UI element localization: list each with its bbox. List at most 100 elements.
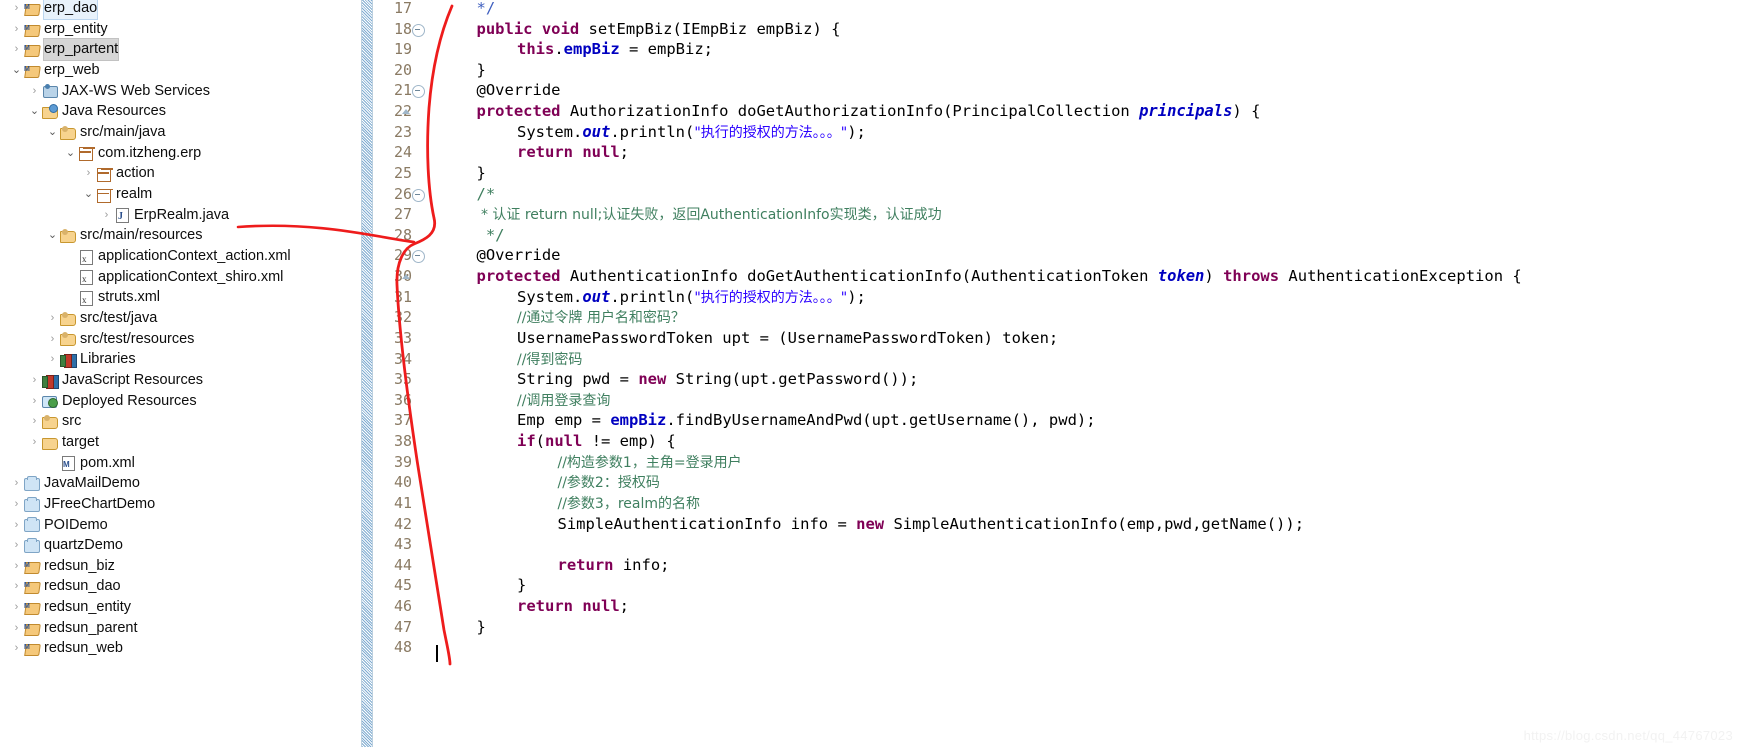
tree-item-erprealm-java[interactable]: › ErpRealm.java [0, 205, 229, 229]
tree-item-src-test-java[interactable]: › src/test/java [0, 308, 158, 329]
code-editor[interactable]: 17 18 19 20 21 22 23 24 25 26 27 28 29 30 31 32 33 34 35 36… [360, 0, 1739, 747]
chevron-down-icon[interactable]: ⌄ [64, 143, 77, 164]
fold-collapse-icon[interactable] [412, 23, 425, 37]
tree-item-applicationcontext-action-xml[interactable]: applicationContext_action.xml [0, 246, 291, 269]
chevron-right-icon[interactable]: › [46, 329, 59, 350]
tree-item-quartzdemo[interactable]: › quartzDemo [0, 535, 123, 556]
chevron-down-icon[interactable]: ⌄ [82, 184, 95, 205]
tree-item-src-test-resources[interactable]: › src/test/resources [0, 329, 195, 350]
tree-item-poidemo[interactable]: › POIDemo [0, 515, 108, 536]
code-line[interactable]: } [477, 617, 486, 638]
code-line[interactable]: */ [477, 225, 505, 246]
tree-item-erp-web[interactable]: ⌄ erp_web [0, 60, 100, 81]
fold-collapse-icon[interactable] [412, 85, 425, 99]
chevron-right-icon[interactable]: › [10, 618, 23, 639]
code-line[interactable]: /* [477, 184, 496, 205]
code-line[interactable]: } [477, 60, 486, 81]
tree-item-redsun-web[interactable]: › redsun_web [0, 638, 123, 659]
code-line[interactable]: System.out.println("执行的授权的方法。。。"); [517, 287, 866, 308]
chevron-down-icon[interactable]: ⌄ [46, 225, 59, 246]
chevron-right-icon[interactable]: › [82, 163, 95, 184]
tree-item-target[interactable]: › target [0, 432, 99, 453]
code-line[interactable]: } [517, 575, 526, 596]
chevron-right-icon[interactable]: › [10, 556, 23, 577]
code-line[interactable]: protected AuthenticationInfo doGetAuthen… [477, 266, 1522, 287]
tree-item-jfreechartdemo[interactable]: › JFreeChartDemo [0, 494, 156, 515]
code-line[interactable]: this.empBiz = empBiz; [517, 39, 713, 60]
chevron-right-icon[interactable]: › [10, 638, 23, 659]
code-line[interactable]: //调用登录查询 [517, 390, 610, 411]
tree-item-jax-ws-web-services[interactable]: › JAX-WS Web Services [0, 81, 210, 102]
tree-item-src-main-resources[interactable]: ⌄ src/main/resources [0, 225, 203, 246]
code-line[interactable]: return info; [558, 555, 670, 576]
code-line[interactable]: return null; [517, 142, 629, 163]
code-line[interactable]: //参数2：授权码 [558, 472, 660, 493]
code-line[interactable]: * 认证 return null;认证失败，返回AuthenticationIn… [477, 204, 942, 225]
code-line[interactable]: protected AuthorizationInfo doGetAuthori… [477, 101, 1261, 122]
fold-arrow-icon[interactable] [402, 107, 411, 116]
chevron-right-icon[interactable]: › [10, 19, 23, 40]
tree-item-realm[interactable]: ⌄ realm [0, 184, 152, 205]
code-line[interactable]: if(null != emp) { [517, 431, 676, 452]
package-explorer-tree[interactable]: ›erp_dao›erp_entity›erp_partent⌄erp_web›… [0, 0, 360, 747]
code-line[interactable]: @Override [477, 245, 561, 266]
chevron-right-icon[interactable]: › [10, 535, 23, 556]
code-line[interactable]: System.out.println("执行的授权的方法。。。"); [517, 122, 866, 143]
chevron-right-icon[interactable]: › [10, 576, 23, 597]
tree-item-javamaildemo[interactable]: › JavaMailDemo [0, 473, 140, 494]
chevron-right-icon[interactable]: › [28, 432, 41, 453]
chevron-right-icon[interactable]: › [10, 597, 23, 618]
tree-item-struts-xml[interactable]: struts.xml [0, 287, 160, 311]
chevron-right-icon[interactable]: › [10, 494, 23, 515]
code-line[interactable]: SimpleAuthenticationInfo info = new Simp… [558, 514, 1305, 535]
fold-collapse-icon[interactable] [412, 250, 425, 264]
code-line[interactable]: UsernamePasswordToken upt = (UsernamePas… [517, 328, 1058, 349]
chevron-right-icon[interactable]: › [10, 473, 23, 494]
tree-item-erp-entity[interactable]: › erp_entity [0, 19, 108, 40]
code-line[interactable]: */ [477, 0, 496, 19]
tree-item-com-itzheng-erp[interactable]: ⌄ com.itzheng.erp [0, 143, 201, 164]
code-line[interactable]: //参数3，realm的名称 [558, 493, 701, 514]
chevron-right-icon[interactable]: › [10, 515, 23, 536]
tree-item-redsun-entity[interactable]: › redsun_entity [0, 597, 131, 618]
code-line[interactable]: return null; [517, 596, 629, 617]
chevron-down-icon[interactable]: ⌄ [10, 60, 23, 81]
tree-item-redsun-parent[interactable]: › redsun_parent [0, 618, 138, 639]
chevron-right-icon[interactable]: › [28, 411, 41, 432]
tree-item-redsun-biz[interactable]: › redsun_biz [0, 556, 115, 577]
tree-item-erp-partent[interactable]: › erp_partent [0, 38, 120, 62]
chevron-down-icon[interactable]: ⌄ [28, 101, 41, 122]
tree-item-redsun-dao[interactable]: › redsun_dao [0, 576, 121, 597]
tree-item-deployed-resources[interactable]: › Deployed Resources [0, 391, 197, 412]
chevron-right-icon[interactable]: › [10, 0, 23, 19]
chevron-right-icon[interactable]: › [28, 81, 41, 102]
code-line[interactable]: Emp emp = empBiz.findByUsernameAndPwd(up… [517, 410, 1096, 431]
tree-item-javascript-resources[interactable]: › JavaScript Resources [0, 370, 203, 391]
tree-item-src-main-java[interactable]: ⌄ src/main/java [0, 122, 166, 143]
code-line[interactable]: String pwd = new String(upt.getPassword(… [517, 369, 918, 390]
code-line[interactable]: //构造参数1，主角=登录用户 [558, 452, 742, 473]
chevron-right-icon[interactable]: › [46, 349, 59, 370]
editor-code-area[interactable]: */ public void setEmpBiz(IEmpBiz empBiz) … [436, 0, 1739, 747]
tree-item-erp-dao[interactable]: › erp_dao [0, 0, 99, 20]
tree-item-libraries[interactable]: › Libraries [0, 349, 136, 370]
chevron-right-icon[interactable]: › [10, 39, 23, 60]
tree-item-pom-xml[interactable]: pom.xml [0, 453, 135, 476]
chevron-down-icon[interactable]: ⌄ [46, 122, 59, 143]
tree-item-action[interactable]: › action [0, 163, 155, 184]
chevron-right-icon[interactable]: › [100, 205, 113, 226]
chevron-right-icon[interactable]: › [28, 370, 41, 391]
tree-item-src[interactable]: › src [0, 411, 82, 432]
code-line[interactable]: public void setEmpBiz(IEmpBiz empBiz) { [477, 19, 841, 40]
fold-arrow-icon[interactable] [402, 272, 411, 281]
code-line[interactable]: //得到密码 [517, 349, 582, 370]
code-line[interactable]: } [477, 163, 486, 184]
tree-item-java-resources[interactable]: ⌄ Java Resources [0, 101, 166, 122]
code-line[interactable]: @Override [477, 80, 561, 101]
editor-line-number-gutter[interactable]: 17 18 19 20 21 22 23 24 25 26 27 28 29 30 31 32 33 34 35 36… [372, 0, 434, 747]
fold-collapse-icon[interactable] [412, 188, 425, 202]
chevron-right-icon[interactable]: › [46, 308, 59, 329]
chevron-right-icon[interactable]: › [28, 391, 41, 412]
tree-item-applicationcontext-shiro-xml[interactable]: applicationContext_shiro.xml [0, 267, 283, 290]
code-line[interactable]: //通过令牌 用户名和密码？ [517, 307, 685, 328]
